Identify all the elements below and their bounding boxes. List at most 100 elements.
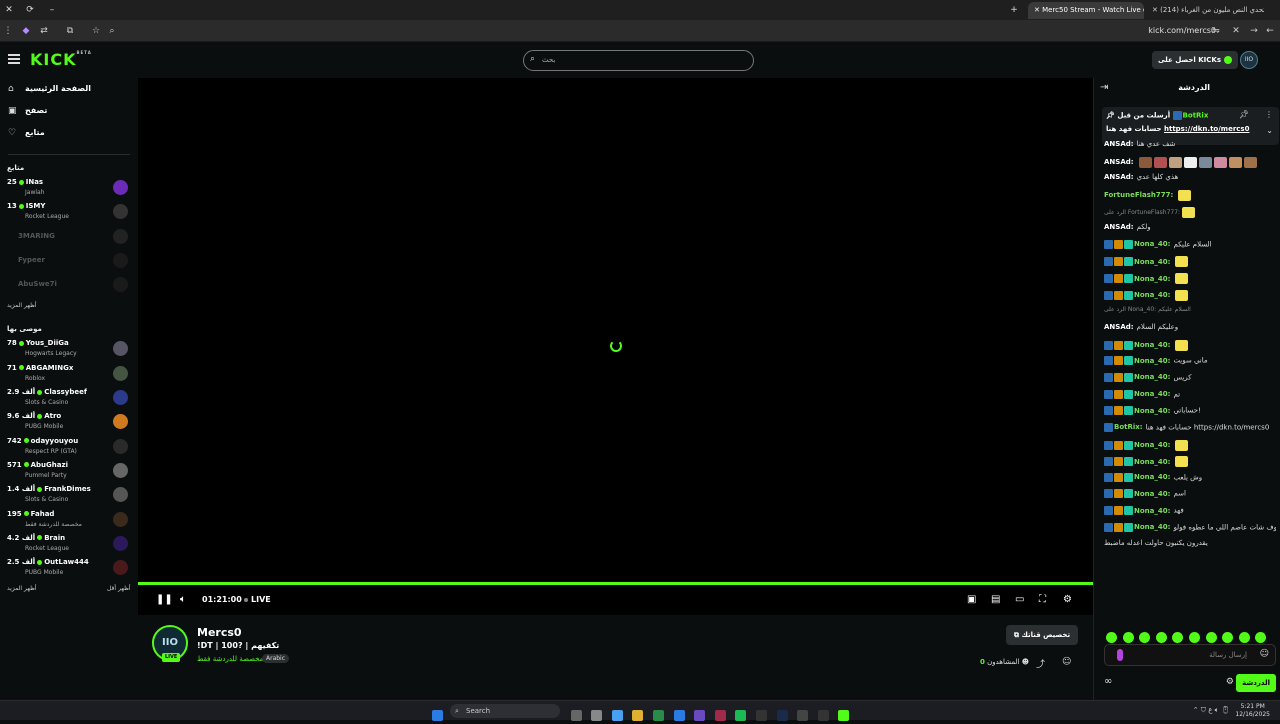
follow-user-icon[interactable]: ☺	[1062, 657, 1071, 667]
forward-icon[interactable]: →	[1248, 25, 1260, 37]
menu-dots-icon[interactable]: ⋮	[2, 25, 14, 37]
chat-username[interactable]: Nona_40	[1134, 258, 1168, 266]
chat-username[interactable]: Nona_40	[1134, 373, 1168, 381]
taskbar-app-icon[interactable]	[817, 710, 829, 721]
chat-settings-icon[interactable]: ⚙	[1226, 677, 1234, 687]
copy-icon[interactable]: ⧉	[64, 25, 76, 37]
system-tray[interactable]: ⌃ ⛉ ع 🔈︎ 🔋︎	[1193, 706, 1230, 715]
sidebar-channel-item[interactable]: AbuSwe7i	[0, 272, 138, 296]
taskbar-app-icon[interactable]	[432, 710, 443, 721]
chat-message[interactable]: Nona_40:	[1104, 339, 1276, 357]
taskbar-app-icon[interactable]	[755, 710, 767, 721]
chat-username[interactable]: ANSAd	[1104, 323, 1131, 331]
quick-emote-icon[interactable]	[1188, 632, 1200, 643]
chat-username[interactable]: Nona_40	[1134, 341, 1168, 349]
collapse-chat-icon[interactable]: ⇥	[1100, 82, 1108, 93]
chat-message[interactable]: ANSAd: هذي كلها عدي	[1104, 173, 1276, 190]
taskbar-app-icon[interactable]	[570, 710, 582, 721]
quick-emote-icon[interactable]	[1106, 632, 1117, 643]
chat-username[interactable]: Nona_40	[1134, 291, 1168, 299]
get-kicks-button[interactable]: احصل على KICKs	[1152, 51, 1238, 69]
chat-message[interactable]: Nona_40:	[1104, 273, 1276, 290]
minimize-icon[interactable]: –	[46, 4, 58, 16]
chat-message[interactable]: Nona_40: السلام عليكم	[1104, 239, 1276, 257]
chat-username[interactable]: Nona_40	[1134, 490, 1168, 498]
chat-message[interactable]: FortuneFlash777:	[1104, 189, 1276, 207]
show-less-link[interactable]: أظهر أقل	[107, 585, 131, 592]
microphone-icon[interactable]	[1117, 649, 1123, 661]
taskbar-search[interactable]: ⌕ Search	[450, 704, 560, 718]
zoom-icon[interactable]: ⌕	[106, 25, 118, 37]
customize-channel-button[interactable]: ⧉ تخصيص قناتك	[1006, 625, 1079, 645]
chat-username[interactable]: ANSAd	[1104, 173, 1131, 181]
chat-message[interactable]: Nona_40: شوف شات عاصم اللي ما عطوه فولو	[1104, 522, 1276, 540]
fullscreen-icon[interactable]: ⛶	[1039, 594, 1046, 605]
chevron-down-icon[interactable]: ⌄	[1266, 126, 1273, 135]
chat-input[interactable]: إرسال رسالة ☺	[1104, 644, 1276, 666]
chat-message[interactable]: Nona_40:	[1104, 256, 1276, 273]
chat-message[interactable]: الرد على Nona_40: السلام عليكم	[1104, 306, 1276, 323]
sidebar-channel-item[interactable]: 195 Fahad مخصصة للدردشة فقط	[0, 507, 138, 531]
chat-username[interactable]: ANSAd	[1104, 158, 1131, 166]
taskbar-app-icon[interactable]	[673, 710, 685, 721]
chat-username[interactable]: BotRix	[1114, 423, 1140, 431]
sidebar-channel-item[interactable]: 71 ABGAMINGx Roblox	[0, 361, 138, 385]
quick-emote-icon[interactable]	[1139, 632, 1151, 643]
sidebar-channel-item[interactable]: 4.2 ألف Brain Rocket League	[0, 531, 138, 555]
site-settings-icon[interactable]: ⇋	[1210, 25, 1222, 37]
chat-message[interactable]: Nona_40:	[1104, 456, 1276, 473]
chat-username[interactable]: Nona_40	[1134, 407, 1168, 415]
taskbar-app-icon[interactable]	[797, 710, 809, 721]
sidebar-nav-browse[interactable]: ▣ تصفح	[0, 100, 138, 122]
chat-username[interactable]: Nona_40	[1134, 441, 1168, 449]
clear-icon[interactable]: ✕	[1230, 25, 1242, 37]
sidebar-channel-item[interactable]: 9.6 ألف Atro PUBG Mobile	[0, 409, 138, 433]
chat-username[interactable]: FortuneFlash777	[1104, 191, 1171, 199]
chat-username[interactable]: Nona_40	[1134, 523, 1168, 531]
quick-emote-icon[interactable]	[1222, 632, 1234, 643]
translate-icon[interactable]: ⇄	[38, 25, 50, 37]
chat-message[interactable]: Nona_40: تم	[1104, 389, 1276, 407]
sidebar-channel-item[interactable]: 571 AbuGhazi Pummel Party	[0, 458, 138, 482]
taskbar-app-icon[interactable]	[611, 710, 623, 721]
quick-emote-icon[interactable]	[1238, 632, 1250, 643]
chat-message[interactable]: ANSAd:	[1104, 156, 1276, 174]
chat-username[interactable]: Nona_40	[1134, 458, 1168, 466]
chat-message[interactable]: BotRix: حسابات فهد هنا https://dkn.to/mer…	[1104, 422, 1276, 440]
close-icon[interactable]: ✕	[3, 4, 15, 16]
chat-username[interactable]: Nona_40	[1134, 357, 1168, 365]
quick-emote-icon[interactable]	[1122, 632, 1134, 643]
chat-message[interactable]: Nona_40: فهد	[1104, 506, 1276, 523]
sidebar-channel-item[interactable]: 3MARING	[0, 224, 138, 248]
chat-message[interactable]: Nona_40: ماني سويت	[1104, 356, 1276, 373]
chat-message[interactable]: Nona_40: اسم	[1104, 489, 1276, 506]
show-more-following-link[interactable]: أظهر المزيد	[0, 296, 138, 316]
chat-message[interactable]: Nona_40: حساباتي!	[1104, 406, 1276, 423]
chat-username[interactable]: ANSAd	[1104, 223, 1131, 231]
chat-username[interactable]: Nona_40	[1134, 240, 1168, 248]
taskbar-app-icon[interactable]	[652, 710, 664, 721]
sidebar-channel-item[interactable]: 78 Yous_DiiGa Hogwarts Legacy	[0, 336, 138, 360]
tab-kick-stream[interactable]: ✕ Merc50 Stream - Watch Live on	[1028, 2, 1144, 19]
chat-message[interactable]: Nona_40:	[1104, 289, 1276, 307]
pause-icon[interactable]: ❚❚	[156, 594, 173, 605]
taskbar-app-icon[interactable]	[714, 710, 726, 721]
quick-emote-icon[interactable]	[1172, 632, 1184, 643]
hamburger-menu-icon[interactable]	[8, 54, 20, 64]
taskbar-app-icon[interactable]	[776, 710, 788, 721]
settings-gear-icon[interactable]: ⚙	[1063, 594, 1072, 605]
channel-name[interactable]: Mercs0	[197, 626, 242, 639]
chat-username[interactable]: ANSAd	[1104, 140, 1131, 148]
sidebar-nav-following[interactable]: ♡ متابع	[0, 122, 138, 144]
show-more-link[interactable]: أظهر المزيد	[7, 585, 37, 592]
language-tag[interactable]: Arabic	[262, 654, 290, 663]
sidebar-channel-item[interactable]: 742 odayyouyou Respect RP (GTA)	[0, 434, 138, 458]
sidebar-channel-item[interactable]: Fypeer	[0, 248, 138, 272]
chat-username[interactable]: Nona_40	[1134, 275, 1168, 283]
sidebar-channel-item[interactable]: 1.4 ألف FrankDimes Slots & Casino	[0, 482, 138, 506]
chat-message[interactable]: Nona_40: وش يلعب	[1104, 472, 1276, 490]
sidebar-channel-item[interactable]: 2.5 ألف OutLaw444 PUBG Mobile	[0, 555, 138, 579]
pinned-link[interactable]: https://dkn.to/mercs0	[1164, 125, 1249, 133]
kicks-infinity-icon[interactable]: ∞	[1104, 676, 1112, 687]
taskbar-app-icon[interactable]	[632, 710, 644, 721]
